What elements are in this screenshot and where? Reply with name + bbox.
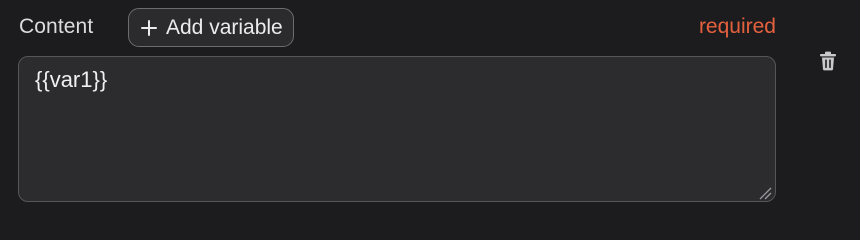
field-label: Content [19,15,94,38]
content-field: Content Add variable required [0,0,860,220]
required-indicator: required [698,15,776,38]
delete-button[interactable] [817,50,839,72]
trash-icon [820,51,836,71]
content-textarea[interactable] [18,56,776,202]
add-variable-label: Add variable [166,15,283,39]
field-header: Content Add variable required [18,8,776,47]
plus-icon [140,19,158,37]
resize-handle-icon[interactable] [758,186,772,200]
add-variable-button[interactable]: Add variable [128,8,294,47]
